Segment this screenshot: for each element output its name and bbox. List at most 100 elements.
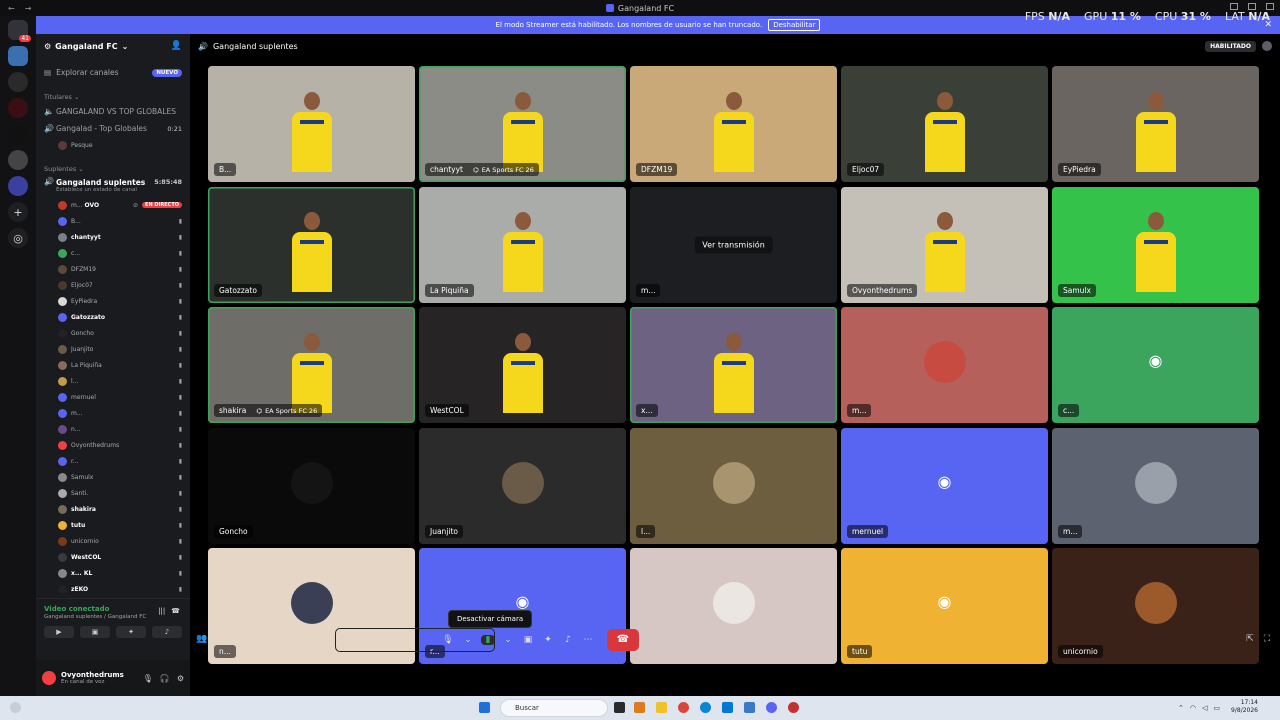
- voice-user[interactable]: zEKO ▮: [36, 581, 190, 597]
- app-icon[interactable]: [788, 702, 799, 713]
- server-icon[interactable]: [8, 72, 28, 92]
- channel-item[interactable]: 🔊 Gangalad - Top Globales 0:21: [36, 120, 190, 137]
- discord-icon[interactable]: [766, 702, 777, 713]
- disconnect-button[interactable]: ☎: [607, 629, 639, 651]
- store-icon[interactable]: [722, 702, 733, 713]
- category-suplentes[interactable]: Suplentes ⌄: [36, 165, 190, 173]
- close-window-button[interactable]: [1266, 3, 1274, 10]
- chevron-up-icon[interactable]: ⌃: [1178, 704, 1184, 712]
- minimize-button[interactable]: [1230, 3, 1238, 10]
- voice-user[interactable]: shakira ▮: [36, 501, 190, 517]
- gear-icon[interactable]: ⚙: [177, 674, 184, 683]
- participant-tile[interactable]: unicornio: [1052, 548, 1259, 664]
- more-icon[interactable]: ⋯: [581, 635, 595, 645]
- participant-tile[interactable]: Samulx: [1052, 186, 1259, 303]
- server-icon[interactable]: [8, 176, 28, 196]
- voice-user-top[interactable]: Pesque: [36, 137, 190, 153]
- participant-tile[interactable]: x...: [630, 307, 837, 423]
- enabled-badge[interactable]: HABILITADO: [1205, 40, 1256, 52]
- voice-user[interactable]: Gatozzato ▮: [36, 309, 190, 325]
- chat-icon[interactable]: [1262, 41, 1272, 51]
- app-icon[interactable]: [634, 702, 645, 713]
- participant-tile[interactable]: m...: [1052, 427, 1259, 544]
- channel-active[interactable]: 🔊 Gangaland suplentes Establece un estado…: [36, 175, 190, 197]
- voice-user[interactable]: WestCOL ▮: [36, 549, 190, 565]
- explore-servers-icon[interactable]: ◎: [8, 228, 28, 248]
- participant-tile[interactable]: Juanjito: [419, 427, 626, 544]
- participant-tile[interactable]: ◉ mernuel: [841, 427, 1048, 544]
- disable-streamer-button[interactable]: Deshabilitar: [768, 19, 821, 31]
- server-icon[interactable]: [8, 124, 28, 144]
- wifi-icon[interactable]: ◠: [1190, 704, 1196, 712]
- file-explorer-icon[interactable]: [656, 702, 667, 713]
- activities-icon[interactable]: ✦: [541, 635, 555, 645]
- channel-item[interactable]: 🔈 GANGALAND VS TOP GLOBALES: [36, 103, 190, 120]
- voice-user[interactable]: B... ▮: [36, 213, 190, 229]
- participant-tile[interactable]: ◉ c...: [1052, 307, 1259, 423]
- taskbar-search[interactable]: Buscar: [500, 699, 608, 717]
- voice-user[interactable]: tutu ▮: [36, 517, 190, 533]
- category-titulares[interactable]: Titulares ⌄: [36, 93, 190, 101]
- maximize-button[interactable]: [1248, 3, 1256, 10]
- avatar[interactable]: [42, 671, 56, 685]
- disconnect-icon[interactable]: ☎: [171, 607, 180, 615]
- battery-icon[interactable]: ▭: [1213, 704, 1220, 712]
- voice-user[interactable]: La Piquiña ▮: [36, 357, 190, 373]
- task-view-icon[interactable]: [614, 702, 625, 713]
- server-icon[interactable]: [8, 98, 28, 118]
- voice-user[interactable]: c... ▮: [36, 245, 190, 261]
- participant-tile[interactable]: Ovyonthedrums: [841, 186, 1048, 303]
- participant-tile[interactable]: l...: [630, 427, 837, 544]
- participant-tile[interactable]: Ver transmisión m...: [630, 186, 837, 303]
- screen-share-button[interactable]: ▣: [80, 626, 110, 638]
- voice-user[interactable]: m... ▮: [36, 405, 190, 421]
- server-gangaland-icon[interactable]: [8, 46, 28, 66]
- edge-icon[interactable]: [700, 702, 711, 713]
- headphones-icon[interactable]: 🎧: [160, 674, 170, 683]
- watch-stream-button[interactable]: Ver transmisión: [694, 236, 773, 253]
- participant-tile[interactable]: La Piquiña: [419, 186, 626, 303]
- participant-tile[interactable]: Gatozzato: [208, 186, 415, 303]
- screen-share-icon[interactable]: ▣: [521, 635, 535, 645]
- invite-icon[interactable]: 👥: [196, 634, 207, 644]
- explore-channels[interactable]: ▤ Explorar canales NUEVO: [36, 64, 190, 81]
- voice-user[interactable]: Juanjito ▮: [36, 341, 190, 357]
- participant-tile[interactable]: chantyyt ⌬ EA Sports FC 26: [419, 66, 626, 182]
- taskbar-clock[interactable]: 17:14 9/8/2026: [1231, 699, 1258, 715]
- voice-user[interactable]: x... KL ▮: [36, 565, 190, 581]
- invite-icon[interactable]: 👤: [171, 41, 182, 51]
- participant-tile[interactable]: m...: [841, 307, 1048, 423]
- voice-user[interactable]: n... ▮: [36, 421, 190, 437]
- participant-tile[interactable]: ◉ tutu: [841, 548, 1048, 664]
- participant-tile[interactable]: B...: [208, 66, 415, 182]
- participant-tile[interactable]: Goncho: [208, 427, 415, 544]
- voice-user[interactable]: mernuel ▮: [36, 389, 190, 405]
- participant-tile[interactable]: Eljoc07: [841, 66, 1048, 182]
- participant-tile[interactable]: DFZM19: [630, 66, 837, 182]
- soundboard-button[interactable]: ♪: [152, 626, 182, 638]
- voice-user[interactable]: EyPiedra ▮: [36, 293, 190, 309]
- voice-user[interactable]: r... ▮: [36, 453, 190, 469]
- participant-tile[interactable]: shakira ⌬ EA Sports FC 26: [208, 307, 415, 423]
- mail-icon[interactable]: [744, 702, 755, 713]
- voice-user[interactable]: Eljoc07 ▮: [36, 277, 190, 293]
- participant-tile[interactable]: [630, 548, 837, 664]
- server-header[interactable]: ⚙ Gangaland FC ⌄ 👤: [36, 34, 190, 58]
- voice-user[interactable]: Samulx ▮: [36, 469, 190, 485]
- fullscreen-icon[interactable]: ⛶: [1264, 634, 1270, 644]
- voice-user[interactable]: Santi. ▮: [36, 485, 190, 501]
- signal-icon[interactable]: |||: [158, 607, 165, 615]
- participant-tile[interactable]: WestCOL: [419, 307, 626, 423]
- voice-user[interactable]: m... OVO ⊘ EN DIRECTO: [36, 197, 190, 213]
- voice-user[interactable]: chantyyt ▮: [36, 229, 190, 245]
- volume-icon[interactable]: ◁: [1202, 704, 1207, 712]
- chrome-icon[interactable]: [678, 702, 689, 713]
- direct-messages-icon[interactable]: 41: [8, 20, 31, 42]
- chevron-down-icon[interactable]: ⌄: [501, 635, 515, 645]
- camera-button[interactable]: ▶: [44, 626, 74, 638]
- activities-button[interactable]: ✦: [116, 626, 146, 638]
- soundboard-icon[interactable]: ♪: [561, 635, 575, 645]
- voice-user[interactable]: l... ▮: [36, 373, 190, 389]
- microphone-icon[interactable]: 🎙: [143, 674, 153, 683]
- start-icon[interactable]: [479, 702, 490, 713]
